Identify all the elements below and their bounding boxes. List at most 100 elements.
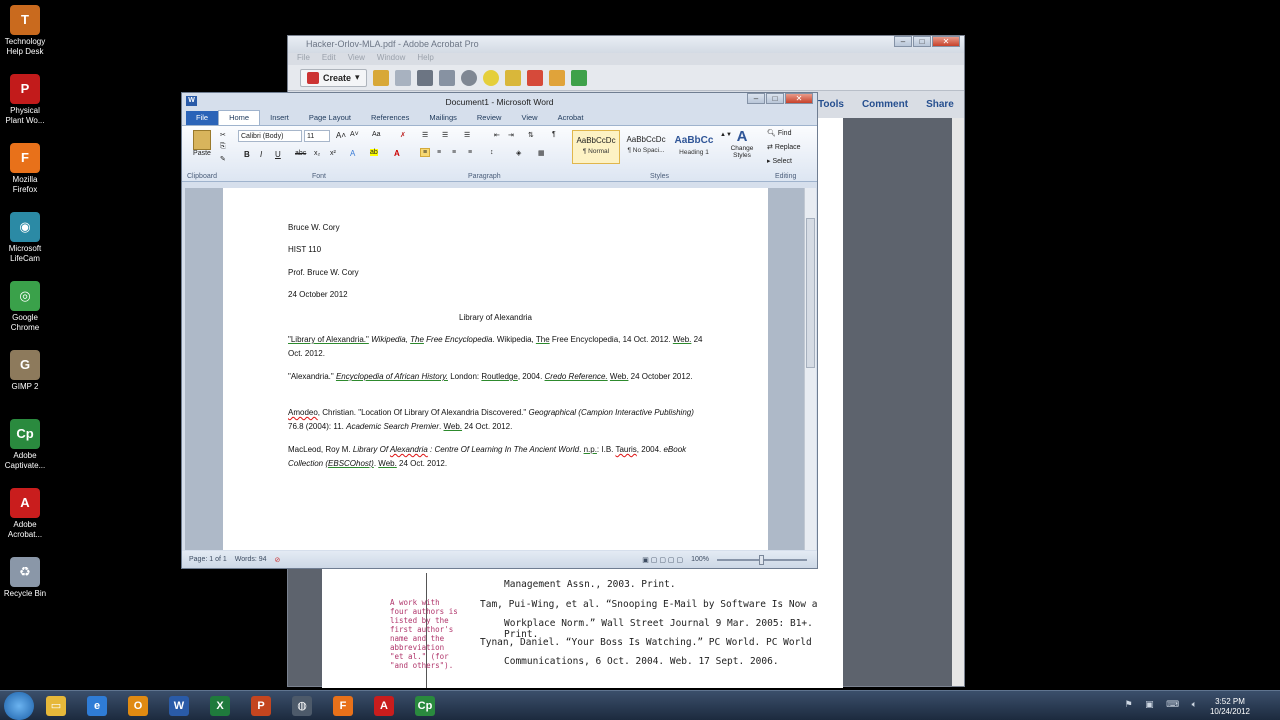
style-no-spacing[interactable]: AaBbCcDc ¶ No Spaci... [622, 130, 670, 164]
tab-view[interactable]: View [511, 111, 547, 125]
show-formatting-icon[interactable]: ¶ [552, 131, 556, 138]
acrobat-title-bar[interactable]: Hacker-Orlov-MLA.pdf - Adobe Acrobat Pro… [288, 36, 964, 53]
tray-icons[interactable]: ⚑ ▣ ⌨ 🔈︎ [1125, 699, 1202, 710]
desktop-icon[interactable]: A Adobe Acrobat... [0, 488, 50, 540]
close-button[interactable]: ✕ [785, 93, 813, 104]
tab-home[interactable]: Home [218, 110, 261, 125]
open-folder-icon[interactable] [372, 69, 389, 86]
style-heading-1[interactable]: AaBbCc Heading 1 [670, 130, 718, 164]
word-title-bar[interactable]: W Document1 - Microsoft Word – □ ✕ [182, 93, 817, 110]
minimize-button[interactable]: – [747, 93, 765, 104]
italic-button[interactable]: I [260, 150, 262, 159]
settings-icon[interactable] [460, 69, 477, 86]
increase-indent-icon[interactable]: ⇥ [508, 131, 514, 139]
menu-file[interactable]: File [297, 53, 310, 65]
taskbar-word-button[interactable]: W [160, 693, 198, 719]
page-count[interactable]: Page: 1 of 1 [189, 556, 227, 563]
clear-format-icon[interactable]: ✗ [400, 131, 406, 139]
find-button[interactable]: 🔍︎ Find [767, 129, 791, 137]
scroll-thumb[interactable] [806, 218, 815, 368]
shrink-font-icon[interactable]: A˅ [350, 131, 359, 138]
format-painter-icon[interactable]: ✎ [220, 155, 226, 163]
justify-icon[interactable]: ≡ [468, 149, 472, 156]
taskbar-explorer-button[interactable]: ▭ [37, 693, 75, 719]
desktop-icon[interactable]: F Mozilla Firefox [0, 143, 50, 195]
tab-acrobat[interactable]: Acrobat [548, 111, 594, 125]
menu-view[interactable]: View [348, 53, 365, 65]
tools-panel-button[interactable]: Tools [818, 99, 844, 110]
taskbar-ie-button[interactable]: e [78, 693, 116, 719]
bold-button[interactable]: B [244, 150, 250, 159]
menu-help[interactable]: Help [417, 53, 433, 65]
word-window[interactable]: W Document1 - Microsoft Word – □ ✕ File … [181, 92, 818, 569]
font-size-select[interactable]: 11 [304, 130, 330, 142]
highlight-icon[interactable]: ab [370, 149, 378, 156]
close-button[interactable]: ✕ [932, 36, 960, 47]
align-center-icon[interactable]: ≡ [437, 149, 441, 156]
tab-file[interactable]: File [186, 111, 219, 125]
proofing-icon[interactable]: ⊘ [275, 556, 281, 564]
copy-icon[interactable]: ⎘ [220, 143, 226, 151]
desktop-icon[interactable]: Cp Adobe Captivate... [0, 419, 50, 471]
share-icon[interactable] [570, 69, 587, 86]
tab-review[interactable]: Review [467, 111, 512, 125]
highlight-icon[interactable] [504, 69, 521, 86]
comment-panel-button[interactable]: Comment [862, 99, 908, 110]
tab-page-layout[interactable]: Page Layout [299, 111, 361, 125]
word-document-area[interactable]: Bruce W. Cory HIST 110 Prof. Bruce W. Co… [185, 188, 805, 550]
system-clock[interactable]: 3:52 PM 10/24/2012 [1210, 697, 1250, 717]
change-styles-button[interactable]: A Change Styles [728, 128, 756, 159]
zoom-slider[interactable] [717, 554, 807, 565]
sign-icon[interactable] [526, 69, 543, 86]
replace-button[interactable]: ⇄ Replace [767, 143, 801, 151]
bullets-icon[interactable]: ☰ [422, 131, 428, 139]
superscript-button[interactable]: x² [330, 150, 336, 157]
desktop-icon[interactable]: ♻ Recycle Bin [0, 557, 50, 599]
font-name-select[interactable]: Calibri (Body) [238, 130, 302, 142]
desktop-icon[interactable]: ◎ Google Chrome [0, 281, 50, 333]
cut-icon[interactable]: ✂ [220, 131, 226, 139]
align-right-icon[interactable]: ≡ [452, 149, 456, 156]
maximize-button[interactable]: □ [913, 36, 931, 47]
desktop-icon[interactable]: T Technology Help Desk [0, 5, 50, 57]
minimize-button[interactable]: – [894, 36, 912, 47]
maximize-button[interactable]: □ [766, 93, 784, 104]
decrease-indent-icon[interactable]: ⇤ [494, 131, 500, 139]
grow-font-icon[interactable]: A˄ [336, 131, 346, 140]
export-icon[interactable] [548, 69, 565, 86]
word-page[interactable]: Bruce W. Cory HIST 110 Prof. Bruce W. Co… [223, 188, 768, 550]
taskbar-excel-button[interactable]: X [201, 693, 239, 719]
text-effects-icon[interactable]: A [350, 149, 355, 158]
taskbar-powerpoint-button[interactable]: P [242, 693, 280, 719]
zoom-level[interactable]: 100% [691, 556, 709, 563]
desktop-icon[interactable]: ◉ Microsoft LifeCam [0, 212, 50, 264]
style-normal[interactable]: AaBbCcDc ¶ Normal [572, 130, 620, 164]
print-icon[interactable] [416, 69, 433, 86]
start-button[interactable] [4, 691, 34, 720]
pdf-scrollbar[interactable] [952, 118, 964, 686]
word-app-icon[interactable]: W [186, 96, 197, 106]
share-panel-button[interactable]: Share [926, 99, 954, 110]
font-color-icon[interactable]: A [394, 149, 400, 158]
paste-button[interactable]: Paste [190, 130, 214, 157]
taskbar-acrobat-button[interactable]: A [365, 693, 403, 719]
tab-references[interactable]: References [361, 111, 419, 125]
tab-mailings[interactable]: Mailings [419, 111, 467, 125]
word-count[interactable]: Words: 94 [235, 556, 267, 563]
desktop-icon[interactable]: G GIMP 2 [0, 350, 50, 392]
comment-icon[interactable] [482, 69, 499, 86]
align-left-icon[interactable]: ≡ [420, 148, 431, 157]
sort-icon[interactable]: ⇅ [528, 131, 534, 139]
taskbar-captivate-button[interactable]: Cp [406, 693, 444, 719]
create-button[interactable]: Create ▾ [300, 68, 367, 87]
tab-insert[interactable]: Insert [260, 111, 299, 125]
save-icon[interactable] [394, 69, 411, 86]
word-vertical-scrollbar[interactable] [804, 188, 816, 550]
desktop-icon[interactable]: P Physical Plant Wo... [0, 74, 50, 126]
taskbar-firefox-button[interactable]: F [324, 693, 362, 719]
taskbar-outlook-button[interactable]: O [119, 693, 157, 719]
select-button[interactable]: ▸ Select [767, 157, 792, 165]
multilevel-list-icon[interactable]: ☰ [464, 131, 470, 139]
numbering-icon[interactable]: ☰ [442, 131, 448, 139]
shading-icon[interactable]: ◈ [516, 149, 521, 157]
